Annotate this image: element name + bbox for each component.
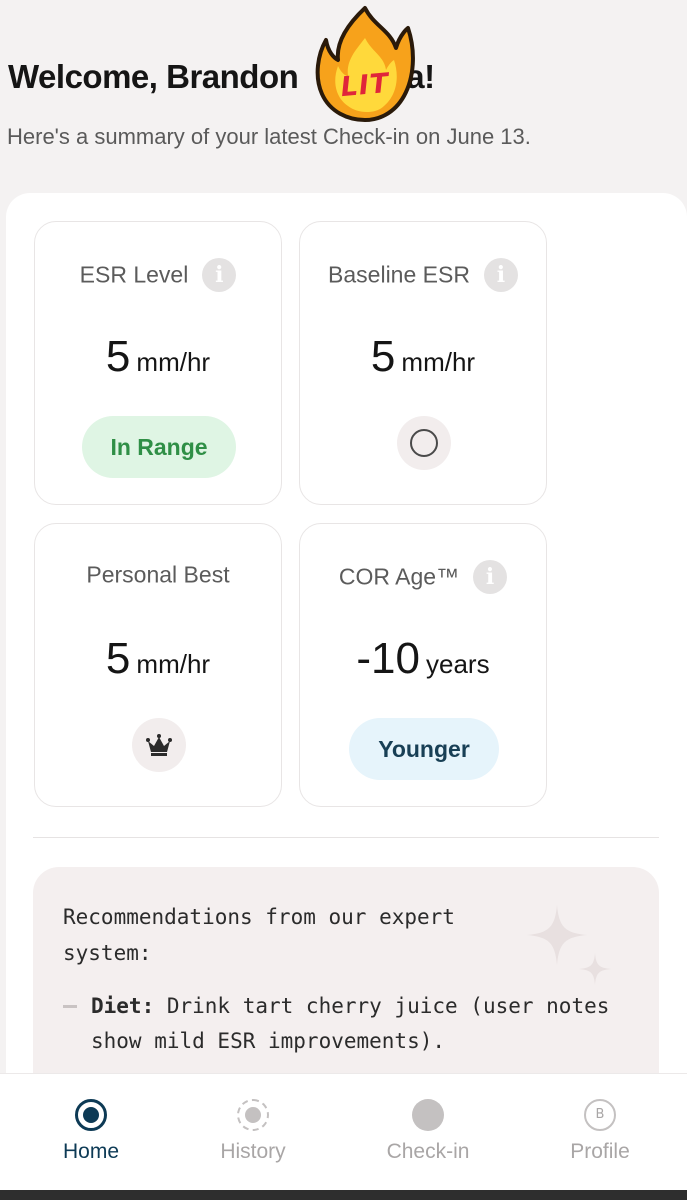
in-range-badge: In Range — [82, 416, 236, 478]
recommendation-body: Drink tart cherry juice (user notes show… — [91, 994, 610, 1053]
section-divider — [33, 837, 659, 838]
personal-best-title: Personal Best — [86, 561, 230, 588]
crown-icon — [146, 734, 172, 756]
cor-age-card[interactable]: COR Age™ i -10 years Younger — [299, 523, 547, 807]
personal-best-unit: mm/hr — [136, 649, 211, 679]
nav-item-home[interactable]: Home — [16, 1074, 166, 1191]
system-bottom-bar — [0, 1190, 687, 1200]
recommendations-heading: Recommendations from our expert system: — [63, 905, 455, 965]
card-title: Personal Best — [35, 560, 281, 588]
esr-level-card[interactable]: ESR Level i 5 mm/hr In Range — [34, 221, 282, 505]
cor-age-number: -10 — [356, 634, 420, 683]
nav-item-checkin[interactable]: Check-in — [353, 1074, 503, 1191]
history-icon — [237, 1099, 269, 1131]
younger-badge: Younger — [349, 718, 499, 780]
nav-item-history[interactable]: History — [178, 1074, 328, 1191]
personal-best-number: 5 — [105, 634, 131, 683]
nav-label-history: History — [220, 1140, 286, 1163]
profile-avatar-icon: B — [584, 1099, 616, 1131]
card-title: COR Age™ i — [300, 560, 546, 594]
cor-age-unit: years — [426, 649, 490, 679]
lit-fire-sticker: LIT — [312, 4, 418, 122]
nav-label-home: Home — [62, 1140, 120, 1163]
esr-level-title: ESR Level — [79, 261, 189, 288]
summary-panel: ESR Level i 5 mm/hr In Range Baseline ESR i… — [6, 193, 687, 1127]
esr-level-value: 5 mm/hr — [35, 332, 281, 382]
info-icon[interactable]: i — [473, 560, 508, 594]
baseline-esr-unit: mm/hr — [401, 347, 476, 377]
card-title: Baseline ESR i — [300, 258, 546, 292]
personal-best-card[interactable]: Personal Best 5 mm/hr — [34, 523, 282, 807]
circle-icon — [410, 429, 438, 457]
nav-label-checkin: Check-in — [386, 1140, 470, 1163]
welcome-prefix: Welcome, Brandon — [8, 58, 299, 95]
card-title: ESR Level i — [35, 258, 281, 292]
nav-label-profile: Profile — [570, 1140, 630, 1163]
baseline-esr-title: Baseline ESR — [328, 261, 470, 288]
info-icon[interactable]: i — [483, 258, 518, 292]
recommendation-label: Diet: — [91, 994, 155, 1018]
header: Welcome, Brandon a! LIT Here's a summary … — [0, 0, 687, 200]
baseline-esr-number: 5 — [370, 332, 396, 381]
recommendation-item: Diet: Drink tart cherry juice (user note… — [63, 989, 623, 1059]
home-icon — [75, 1099, 107, 1131]
bottom-navigation: Home History Check-in B Profile — [0, 1073, 687, 1191]
esr-level-number: 5 — [105, 332, 131, 381]
recommendation-text: Diet: Drink tart cherry juice (user note… — [91, 989, 623, 1059]
personal-best-value: 5 mm/hr — [35, 634, 281, 684]
page-subtitle: Here's a summary of your latest Check-in… — [7, 124, 531, 149]
esr-level-unit: mm/hr — [136, 347, 211, 377]
nav-item-profile[interactable]: B Profile — [525, 1074, 675, 1191]
baseline-esr-card[interactable]: Baseline ESR i 5 mm/hr — [299, 221, 547, 505]
bullet-dash — [63, 1005, 77, 1008]
baseline-esr-value: 5 mm/hr — [300, 332, 546, 382]
info-icon[interactable]: i — [202, 258, 237, 292]
cor-age-title: COR Age™ — [338, 563, 460, 590]
personal-best-badge — [132, 718, 186, 772]
cor-age-value: -10 years — [300, 634, 546, 684]
check-in-icon — [412, 1099, 444, 1131]
baseline-status-icon — [397, 416, 451, 470]
